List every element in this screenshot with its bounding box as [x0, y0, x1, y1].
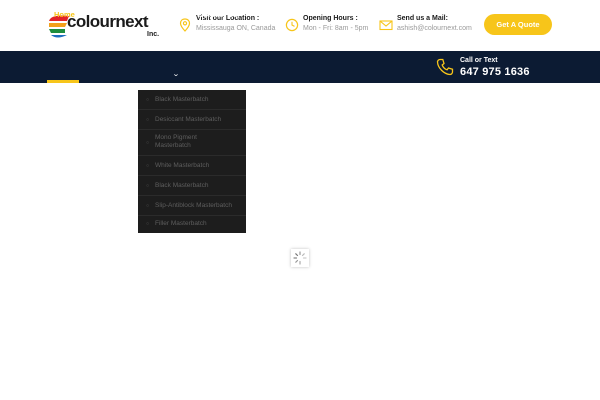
bullet-icon: ○: [146, 183, 150, 189]
dropdown-item[interactable]: ○ Slip-Antiblock Masterbatch: [138, 196, 246, 216]
mail-info: Send us a Mail: ashish@colournext.com: [379, 15, 479, 37]
dropdown-item[interactable]: ○ White Masterbatch: [138, 156, 246, 176]
hours-value: Mon - Fri: 8am - 5pm: [303, 25, 369, 32]
hours-label: Opening Hours :: [303, 15, 358, 22]
bullet-icon: ○: [146, 163, 150, 169]
dropdown-item-label: Mono Pigment Masterbatch: [155, 134, 197, 149]
dropdown-item[interactable]: ○ Desiccant Masterbatch: [138, 110, 246, 130]
bullet-icon: ○: [146, 140, 150, 146]
bullet-icon: ○: [146, 117, 150, 123]
get-a-quote-button[interactable]: Get A Quote: [484, 14, 552, 35]
envelope-icon: [379, 20, 393, 31]
dropdown-item[interactable]: ○ Filler Masterbatch: [138, 216, 246, 233]
mail-label: Send us a Mail:: [397, 15, 448, 22]
hours-info: Opening Hours : Mon - Fri: 8am - 5pm: [285, 15, 380, 37]
mail-value[interactable]: ashish@colournext.com: [397, 25, 472, 32]
dropdown-item-label: Black Masterbatch: [155, 96, 209, 103]
dropdown-item[interactable]: ○ Mono Pigment Masterbatch: [138, 130, 246, 156]
dropdown-item[interactable]: ○ Black Masterbatch: [138, 90, 246, 110]
nav-item-contact-us[interactable]: Contact Us: [198, 0, 238, 32]
bullet-icon: ○: [146, 97, 150, 103]
loading-spinner: [291, 249, 309, 267]
dropdown-item-label: Desiccant Masterbatch: [155, 116, 222, 123]
phone-number[interactable]: 647 975 1636: [460, 66, 530, 78]
dropdown-item[interactable]: ○ Black Masterbatch: [138, 176, 246, 196]
dropdown-item-label: Slip-Antiblock Masterbatch: [155, 202, 232, 209]
logo-suffix: Inc.: [147, 31, 160, 38]
top-header: colournext Inc. Visit our Location : Mis…: [0, 0, 600, 51]
bullet-icon: ○: [146, 203, 150, 209]
map-pin-icon: [179, 18, 191, 32]
phone-icon: [436, 58, 454, 76]
nav-item-about-us[interactable]: About Us: [94, 0, 127, 32]
spinner-icon: [293, 251, 307, 265]
nav-item-products[interactable]: Products: [144, 0, 177, 32]
products-dropdown-menu: ○ Black Masterbatch ○ Desiccant Masterba…: [138, 90, 246, 233]
call-label: Call or Text: [460, 57, 498, 64]
dropdown-item-label: White Masterbatch: [155, 162, 210, 169]
dropdown-item-label: Filler Masterbatch: [155, 220, 207, 227]
bullet-icon: ○: [146, 221, 150, 227]
nav-item-home[interactable]: Home: [54, 0, 75, 32]
chevron-down-icon: ⌄: [172, 71, 180, 78]
call-or-text[interactable]: Call or Text 647 975 1636: [436, 57, 566, 79]
clock-icon: [285, 18, 299, 32]
active-nav-indicator: [47, 80, 79, 83]
dropdown-item-label: Black Masterbatch: [155, 182, 209, 189]
